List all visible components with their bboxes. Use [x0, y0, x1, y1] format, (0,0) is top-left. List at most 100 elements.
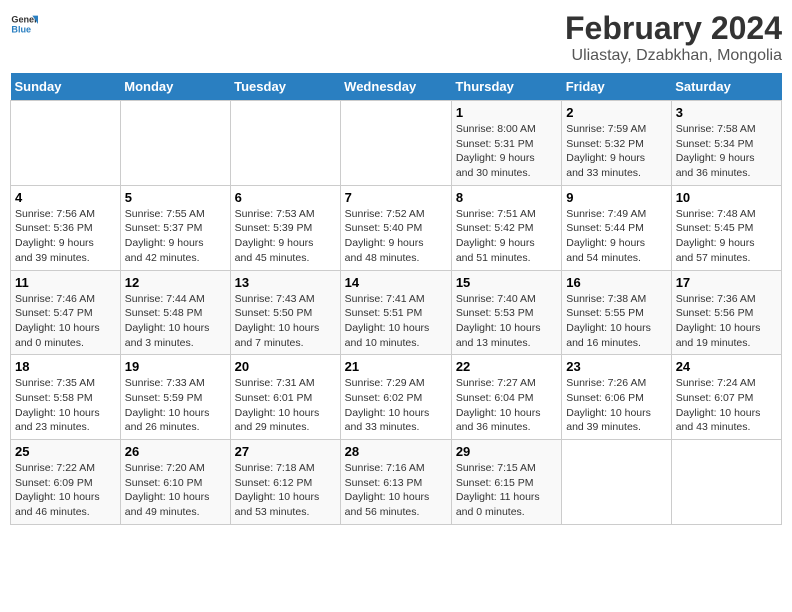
day-info: Sunrise: 7:35 AM Sunset: 5:58 PM Dayligh… [15, 376, 116, 435]
calendar-day-cell [562, 440, 671, 525]
day-info: Sunrise: 7:33 AM Sunset: 5:59 PM Dayligh… [125, 376, 226, 435]
day-number: 7 [345, 190, 447, 205]
day-info: Sunrise: 7:55 AM Sunset: 5:37 PM Dayligh… [125, 207, 226, 266]
day-info: Sunrise: 7:46 AM Sunset: 5:47 PM Dayligh… [15, 292, 116, 351]
calendar-day-cell [11, 101, 121, 186]
day-info: Sunrise: 7:40 AM Sunset: 5:53 PM Dayligh… [456, 292, 557, 351]
day-number: 17 [676, 275, 777, 290]
day-number: 4 [15, 190, 116, 205]
calendar-day-cell: 1 Sunrise: 8:00 AM Sunset: 5:31 PM Daylig… [451, 101, 561, 186]
day-info: Sunrise: 7:52 AM Sunset: 5:40 PM Dayligh… [345, 207, 447, 266]
calendar-day-cell: 13 Sunrise: 7:43 AM Sunset: 5:50 PM Dayli… [230, 270, 340, 355]
day-number: 21 [345, 359, 447, 374]
calendar-day-cell: 16 Sunrise: 7:38 AM Sunset: 5:55 PM Dayli… [562, 270, 671, 355]
calendar-week-row: 18Sunrise: 7:35 AM Sunset: 5:58 PM Dayli… [11, 355, 782, 440]
day-info: Sunrise: 7:29 AM Sunset: 6:02 PM Dayligh… [345, 376, 447, 435]
day-number: 28 [345, 444, 447, 459]
weekday-header-cell: Thursday [451, 73, 561, 101]
title-area: February 2024 Uliastay, Dzabkhan, Mongol… [565, 10, 782, 65]
day-info: Sunrise: 7:38 AM Sunset: 5:55 PM Dayligh… [566, 292, 666, 351]
day-number: 13 [235, 275, 336, 290]
calendar-day-cell: 2Sunrise: 7:59 AM Sunset: 5:32 PM Daylig… [562, 101, 671, 186]
day-info: Sunrise: 7:56 AM Sunset: 5:36 PM Dayligh… [15, 207, 116, 266]
weekday-header-cell: Tuesday [230, 73, 340, 101]
day-number: 15 [456, 275, 557, 290]
day-info: Sunrise: 7:48 AM Sunset: 5:45 PM Dayligh… [676, 207, 777, 266]
day-info: Sunrise: 8:00 AM Sunset: 5:31 PM Dayligh… [456, 122, 557, 181]
day-number: 12 [125, 275, 226, 290]
calendar-week-row: 1 Sunrise: 8:00 AM Sunset: 5:31 PM Daylig… [11, 101, 782, 186]
day-number: 20 [235, 359, 336, 374]
calendar-day-cell: 3Sunrise: 7:58 AM Sunset: 5:34 PM Daylig… [671, 101, 781, 186]
calendar-day-cell [340, 101, 451, 186]
calendar-day-cell: 8 Sunrise: 7:51 AM Sunset: 5:42 PM Daylig… [451, 185, 561, 270]
weekday-header-cell: Sunday [11, 73, 121, 101]
calendar-day-cell: 24Sunrise: 7:24 AM Sunset: 6:07 PM Dayli… [671, 355, 781, 440]
calendar-week-row: 25 Sunrise: 7:22 AM Sunset: 6:09 PM Dayli… [11, 440, 782, 525]
calendar-day-cell [230, 101, 340, 186]
calendar-day-cell: 18Sunrise: 7:35 AM Sunset: 5:58 PM Dayli… [11, 355, 121, 440]
day-number: 27 [235, 444, 336, 459]
weekday-header-cell: Monday [120, 73, 230, 101]
calendar-day-cell: 25 Sunrise: 7:22 AM Sunset: 6:09 PM Dayli… [11, 440, 121, 525]
day-info: Sunrise: 7:27 AM Sunset: 6:04 PM Dayligh… [456, 376, 557, 435]
day-number: 23 [566, 359, 666, 374]
calendar-day-cell: 17 Sunrise: 7:36 AM Sunset: 5:56 PM Dayli… [671, 270, 781, 355]
day-info: Sunrise: 7:15 AM Sunset: 6:15 PM Dayligh… [456, 461, 557, 520]
calendar-day-cell [671, 440, 781, 525]
day-number: 9 [566, 190, 666, 205]
calendar-day-cell: 20 Sunrise: 7:31 AM Sunset: 6:01 PM Dayli… [230, 355, 340, 440]
calendar-day-cell: 15 Sunrise: 7:40 AM Sunset: 5:53 PM Dayli… [451, 270, 561, 355]
logo-icon: General Blue [10, 10, 38, 38]
day-number: 19 [125, 359, 226, 374]
day-info: Sunrise: 7:26 AM Sunset: 6:06 PM Dayligh… [566, 376, 666, 435]
day-number: 16 [566, 275, 666, 290]
day-info: Sunrise: 7:36 AM Sunset: 5:56 PM Dayligh… [676, 292, 777, 351]
day-number: 8 [456, 190, 557, 205]
main-title: February 2024 [565, 10, 782, 47]
day-number: 5 [125, 190, 226, 205]
calendar-day-cell: 19 Sunrise: 7:33 AM Sunset: 5:59 PM Dayli… [120, 355, 230, 440]
page-header: General Blue February 2024 Uliastay, Dza… [10, 10, 782, 65]
day-number: 10 [676, 190, 777, 205]
day-info: Sunrise: 7:49 AM Sunset: 5:44 PM Dayligh… [566, 207, 666, 266]
day-info: Sunrise: 7:53 AM Sunset: 5:39 PM Dayligh… [235, 207, 336, 266]
calendar-day-cell: 28 Sunrise: 7:16 AM Sunset: 6:13 PM Dayli… [340, 440, 451, 525]
day-info: Sunrise: 7:44 AM Sunset: 5:48 PM Dayligh… [125, 292, 226, 351]
calendar-day-cell: 14Sunrise: 7:41 AM Sunset: 5:51 PM Dayli… [340, 270, 451, 355]
day-info: Sunrise: 7:43 AM Sunset: 5:50 PM Dayligh… [235, 292, 336, 351]
day-info: Sunrise: 7:22 AM Sunset: 6:09 PM Dayligh… [15, 461, 116, 520]
calendar-table: SundayMondayTuesdayWednesdayThursdayFrid… [10, 73, 782, 525]
calendar-day-cell: 11 Sunrise: 7:46 AM Sunset: 5:47 PM Dayli… [11, 270, 121, 355]
calendar-week-row: 11 Sunrise: 7:46 AM Sunset: 5:47 PM Dayli… [11, 270, 782, 355]
calendar-day-cell: 22 Sunrise: 7:27 AM Sunset: 6:04 PM Dayli… [451, 355, 561, 440]
day-info: Sunrise: 7:31 AM Sunset: 6:01 PM Dayligh… [235, 376, 336, 435]
calendar-day-cell: 4 Sunrise: 7:56 AM Sunset: 5:36 PM Daylig… [11, 185, 121, 270]
day-number: 1 [456, 105, 557, 120]
day-number: 22 [456, 359, 557, 374]
calendar-day-cell: 26Sunrise: 7:20 AM Sunset: 6:10 PM Dayli… [120, 440, 230, 525]
calendar-day-cell: 7 Sunrise: 7:52 AM Sunset: 5:40 PM Daylig… [340, 185, 451, 270]
logo: General Blue [10, 10, 38, 38]
calendar-day-cell: 21 Sunrise: 7:29 AM Sunset: 6:02 PM Dayli… [340, 355, 451, 440]
day-number: 25 [15, 444, 116, 459]
day-info: Sunrise: 7:41 AM Sunset: 5:51 PM Dayligh… [345, 292, 447, 351]
calendar-week-row: 4 Sunrise: 7:56 AM Sunset: 5:36 PM Daylig… [11, 185, 782, 270]
calendar-day-cell: 12 Sunrise: 7:44 AM Sunset: 5:48 PM Dayli… [120, 270, 230, 355]
day-number: 6 [235, 190, 336, 205]
day-info: Sunrise: 7:51 AM Sunset: 5:42 PM Dayligh… [456, 207, 557, 266]
weekday-header-row: SundayMondayTuesdayWednesdayThursdayFrid… [11, 73, 782, 101]
weekday-header-cell: Friday [562, 73, 671, 101]
calendar-day-cell: 9 Sunrise: 7:49 AM Sunset: 5:44 PM Daylig… [562, 185, 671, 270]
day-number: 29 [456, 444, 557, 459]
day-number: 11 [15, 275, 116, 290]
svg-text:Blue: Blue [11, 24, 31, 34]
day-info: Sunrise: 7:24 AM Sunset: 6:07 PM Dayligh… [676, 376, 777, 435]
subtitle: Uliastay, Dzabkhan, Mongolia [565, 47, 782, 65]
weekday-header-cell: Wednesday [340, 73, 451, 101]
calendar-day-cell: 29 Sunrise: 7:15 AM Sunset: 6:15 PM Dayli… [451, 440, 561, 525]
day-number: 3 [676, 105, 777, 120]
day-info: Sunrise: 7:16 AM Sunset: 6:13 PM Dayligh… [345, 461, 447, 520]
calendar-day-cell: 6 Sunrise: 7:53 AM Sunset: 5:39 PM Daylig… [230, 185, 340, 270]
day-info: Sunrise: 7:59 AM Sunset: 5:32 PM Dayligh… [566, 122, 666, 181]
